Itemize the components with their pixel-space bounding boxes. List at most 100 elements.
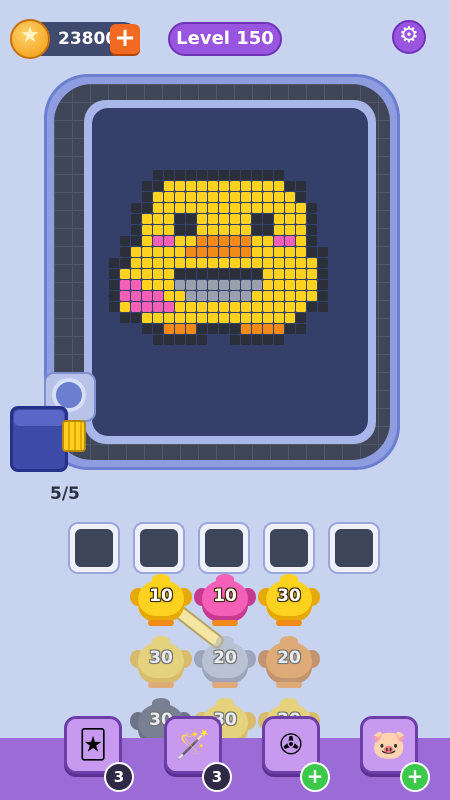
pixel-y (252, 302, 262, 312)
pixel-p (131, 302, 141, 312)
pixel-y (197, 225, 207, 235)
empty-slot[interactable] (133, 522, 185, 574)
bird-yellow[interactable]: 10 (130, 574, 192, 630)
pixel-g (186, 280, 196, 290)
pixel-y (219, 181, 229, 191)
pixel-y (274, 302, 284, 312)
bird-yellow[interactable]: 30 (258, 574, 320, 630)
add-coins-button[interactable]: + (110, 24, 140, 54)
pixel-k (109, 280, 119, 290)
pixel-o (230, 236, 240, 246)
pixel-k (186, 335, 196, 345)
pixel-k (263, 335, 273, 345)
pixel-y (263, 247, 273, 257)
pixel-y (219, 225, 229, 235)
pixel-y (197, 192, 207, 202)
pixel-y (230, 225, 240, 235)
pixel-y (153, 247, 163, 257)
empty-slot[interactable] (263, 522, 315, 574)
pixel-g (219, 280, 229, 290)
pixel-g (208, 280, 218, 290)
fan-icon: ✇ (279, 728, 303, 761)
pixel-y (230, 313, 240, 323)
pixel-p (120, 291, 130, 301)
pixel-p (142, 291, 152, 301)
pixel-k (120, 247, 130, 257)
pixel-k (186, 170, 196, 180)
pixel-art-chick (109, 170, 328, 345)
pixel-y (120, 302, 130, 312)
pixel-y (285, 313, 295, 323)
pixel-k (285, 181, 295, 191)
pixel-y (142, 247, 152, 257)
pixel-y (186, 302, 196, 312)
empty-slot[interactable] (328, 522, 380, 574)
pixel-y (274, 181, 284, 191)
pig-add-badge[interactable]: + (400, 762, 430, 792)
pixel-k (241, 170, 251, 180)
pixel-k (219, 170, 229, 180)
pixel-k (186, 225, 196, 235)
pixel-o (230, 247, 240, 257)
fan-add-badge[interactable]: + (300, 762, 330, 792)
pixel-y (219, 203, 229, 213)
pixel-y (142, 280, 152, 290)
pixel-y (186, 258, 196, 268)
pixel-k (241, 335, 251, 345)
pixel-g (230, 280, 240, 290)
pixel-k (219, 269, 229, 279)
pixel-y (208, 192, 218, 202)
pixel-k (131, 214, 141, 224)
pixel-y (296, 302, 306, 312)
settings-button[interactable]: ⚙ (392, 20, 426, 54)
bird-value: 20 (277, 648, 301, 668)
pixel-y (285, 302, 295, 312)
pixel-y (219, 313, 229, 323)
pixel-y (296, 280, 306, 290)
pixel-o (241, 324, 251, 334)
pixel-k (120, 236, 130, 246)
pixel-k (109, 291, 119, 301)
pixel-k (175, 170, 185, 180)
pixel-g (175, 280, 185, 290)
pixel-y (274, 280, 284, 290)
pixel-y (186, 313, 196, 323)
pixel-o (241, 247, 251, 257)
bird-value: 10 (149, 586, 173, 606)
pixel-y (208, 302, 218, 312)
pixel-y (153, 269, 163, 279)
pixel-y (307, 269, 317, 279)
pixel-y (263, 181, 273, 191)
pixel-y (274, 291, 284, 301)
pixel-k (285, 324, 295, 334)
pixel-g (230, 291, 240, 301)
pixel-k (307, 203, 317, 213)
pixel-k (296, 192, 306, 202)
pixel-k (109, 302, 119, 312)
pixel-y (285, 214, 295, 224)
pixel-y (153, 313, 163, 323)
pixel-y (197, 258, 207, 268)
pixel-k (153, 324, 163, 334)
bird-pink[interactable]: 10 (194, 574, 256, 630)
pixel-g (197, 291, 207, 301)
magic-wand-count: 3 (202, 762, 232, 792)
pixel-y (153, 203, 163, 213)
pixel-o (208, 236, 218, 246)
pixel-y (197, 181, 207, 191)
pixel-k (296, 324, 306, 334)
pixel-y (263, 269, 273, 279)
pixel-g (186, 291, 196, 301)
pixel-k (142, 181, 152, 191)
pixel-k (307, 247, 317, 257)
pixel-k (142, 324, 152, 334)
pixel-y (153, 214, 163, 224)
empty-slot[interactable] (68, 522, 120, 574)
pixel-k (175, 335, 185, 345)
pixel-p (153, 302, 163, 312)
pixel-y (197, 302, 207, 312)
empty-slot[interactable] (198, 522, 250, 574)
pixel-y (186, 192, 196, 202)
ammo-count: 5/5 (50, 484, 80, 504)
pixel-y (186, 236, 196, 246)
